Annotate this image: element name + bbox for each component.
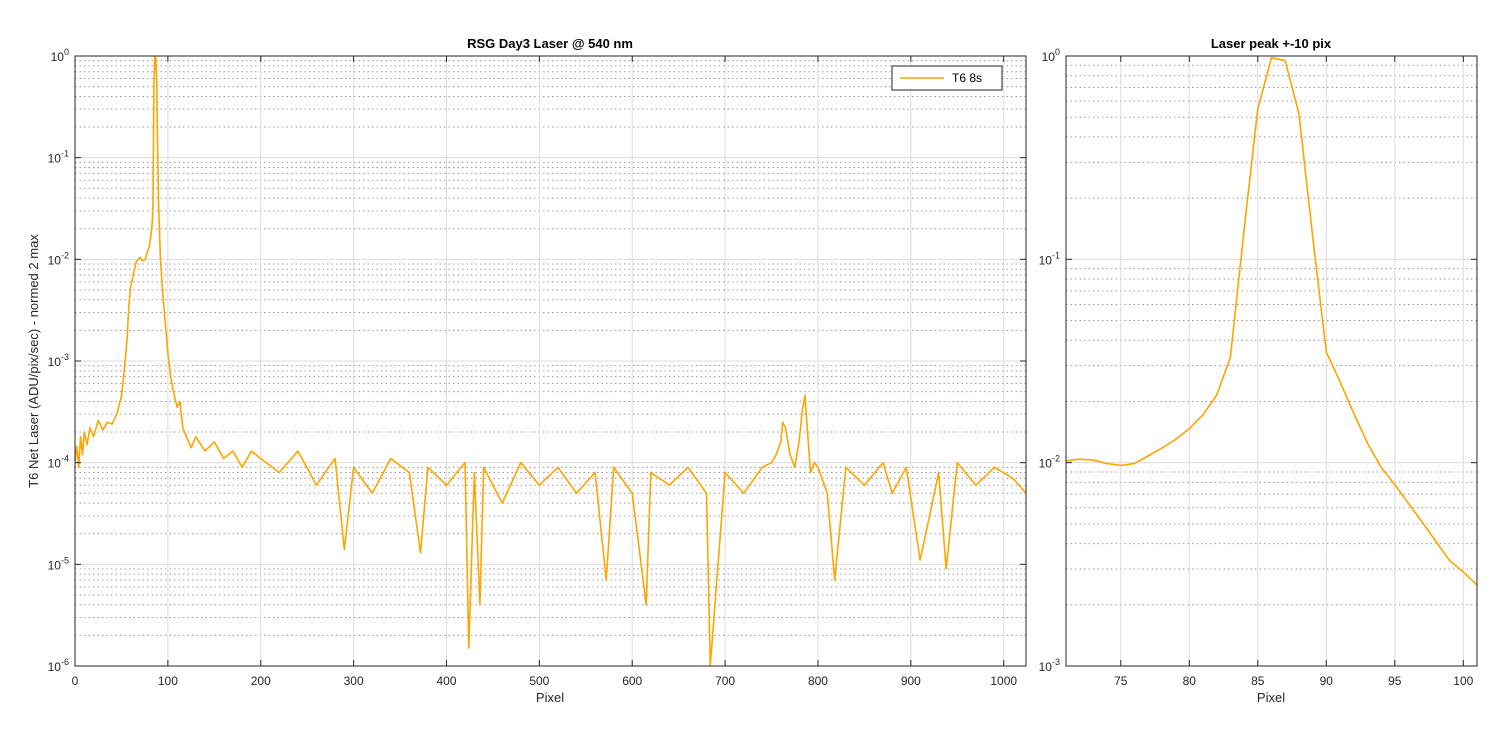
main-xtick-label: 400 [436, 674, 456, 688]
main-plot-title: RSG Day3 Laser @ 540 nm [467, 36, 633, 51]
figure: RSG Day3 Laser @ 540 nm Pixel T6 Net Las… [0, 0, 1500, 750]
legend: T6 8s [891, 65, 1003, 91]
main-spectrum-plot: RSG Day3 Laser @ 540 nm Pixel T6 Net Las… [26, 36, 1027, 705]
main-plot-ylabel: T6 Net Laser (ADU/pix/sec) - normed 2 ma… [26, 234, 41, 488]
main-xtick-label: 800 [808, 674, 828, 688]
main-xtick-label: 100 [158, 674, 178, 688]
peak-zoom-plot: Laser peak +-10 pix Pixel 75 80 85 90 95 1001… [1039, 36, 1478, 705]
zoom-plot-xlabel: Pixel [1257, 690, 1285, 705]
main-xtick-label: 300 [344, 674, 364, 688]
zoom-xtick-label: 80 [1183, 674, 1197, 688]
main-xtick-label: 900 [901, 674, 921, 688]
zoom-xtick-label: 95 [1388, 674, 1402, 688]
zoom-xtick-label: 90 [1320, 674, 1334, 688]
main-xtick-label: 700 [715, 674, 735, 688]
legend-entry-label: T6 8s [952, 71, 982, 85]
zoom-plot-title: Laser peak +-10 pix [1211, 36, 1332, 51]
main-xtick-label: 500 [529, 674, 549, 688]
main-xtick-label: 1000 [990, 674, 1017, 688]
zoom-axes-background [1066, 56, 1477, 666]
zoom-xtick-label: 75 [1114, 674, 1128, 688]
main-plot-xlabel: Pixel [536, 690, 564, 705]
main-xtick-label: 0 [72, 674, 79, 688]
main-xtick-label: 200 [251, 674, 271, 688]
main-xtick-label: 600 [622, 674, 642, 688]
zoom-xtick-label: 100 [1453, 674, 1473, 688]
zoom-xtick-label: 85 [1251, 674, 1265, 688]
